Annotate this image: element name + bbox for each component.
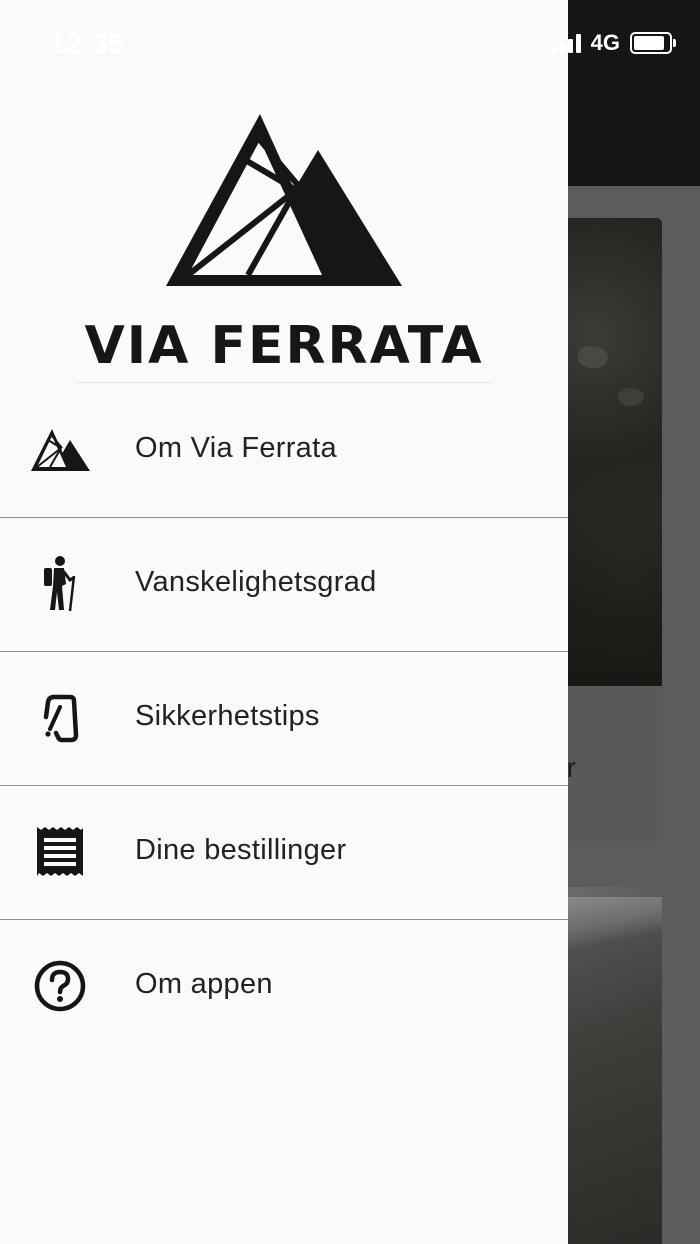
carabiner-icon xyxy=(30,688,90,748)
card-photo-detail xyxy=(578,346,608,368)
navigation-drawer: VIA FERRATA Om Via Ferrata Vanskelighets… xyxy=(0,0,568,1244)
menu-item-vanskelighetsgrad[interactable]: Vanskelighetsgrad xyxy=(0,518,568,652)
menu-item-om-via-ferrata[interactable]: Om Via Ferrata xyxy=(0,384,568,518)
menu-item-label: Dine bestillinger xyxy=(135,834,347,866)
via-ferrata-logo-icon xyxy=(166,114,402,286)
status-indicators: 4G xyxy=(551,30,676,56)
status-bar: 12:35 4G xyxy=(0,0,700,88)
network-type: 4G xyxy=(590,30,620,55)
card-caption-text: r xyxy=(566,752,576,783)
battery-icon xyxy=(630,32,676,54)
mountain-logo-icon xyxy=(30,420,90,480)
menu-item-om-appen[interactable]: Om appen xyxy=(0,920,568,1053)
cellular-signal-icon xyxy=(551,33,581,53)
brand-wordmark: VIA FERRATA xyxy=(84,316,484,376)
receipt-icon xyxy=(30,822,90,882)
menu-item-sikkerhetstips[interactable]: Sikkerhetstips xyxy=(0,652,568,786)
card-photo-detail xyxy=(618,388,644,406)
drawer-menu: Om Via Ferrata Vanskelighetsgrad Sikkerh… xyxy=(0,384,568,1053)
menu-item-dine-bestillinger[interactable]: Dine bestillinger xyxy=(0,786,568,920)
help-circle-icon xyxy=(30,956,90,1016)
battery-level-fill xyxy=(634,36,665,50)
menu-item-label: Vanskelighetsgrad xyxy=(135,566,377,598)
status-time: 12:35 xyxy=(50,28,125,59)
menu-item-label: Om appen xyxy=(135,968,273,1000)
screen: r VIA FERRATA Om Via Ferrata Vanskelighe… xyxy=(0,0,700,1244)
header-divider xyxy=(75,382,493,383)
menu-item-label: Om Via Ferrata xyxy=(135,432,337,464)
menu-item-label: Sikkerhetstips xyxy=(135,700,320,732)
hiker-icon xyxy=(30,554,90,614)
